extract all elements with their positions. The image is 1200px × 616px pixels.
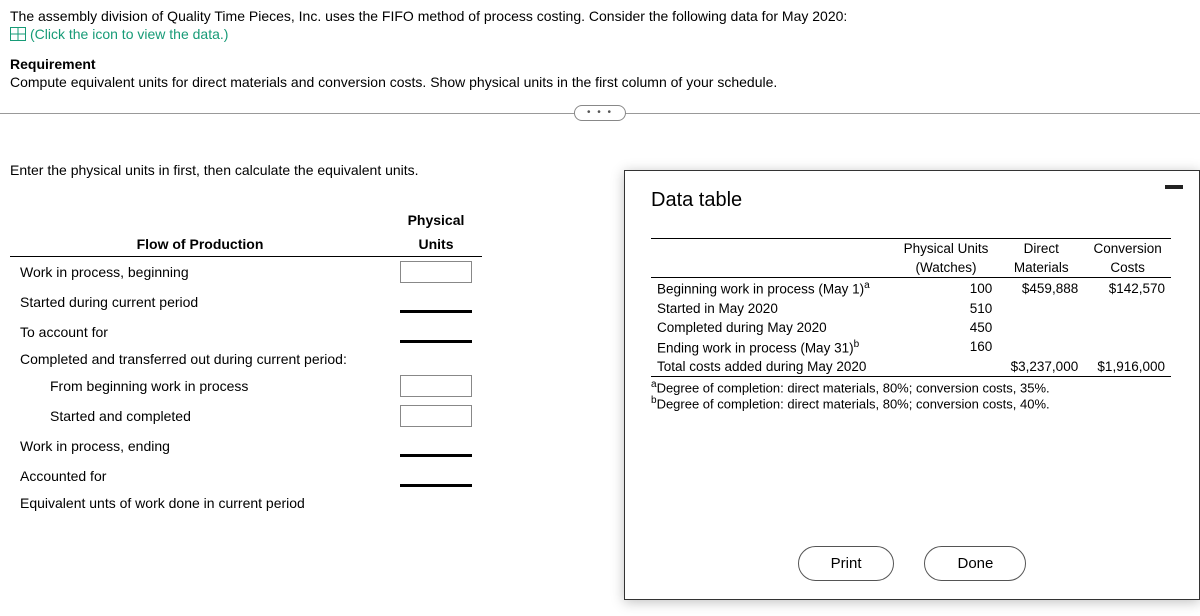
row-label: Equivalent unts of work done in current … [10,491,390,515]
accounted-for-input[interactable] [400,465,472,487]
row-label: Completed during May 2020 [651,318,894,337]
col-subheader: Costs [1084,258,1171,278]
from-beginning-wip-input[interactable] [400,375,472,397]
col-header: Conversion [1084,239,1171,259]
row-label: From beginning work in process [10,371,390,401]
col-header: Physical Units [894,239,999,259]
cell-value: 450 [894,318,999,337]
production-table: Physical Flow of Production Units Work i… [10,208,482,515]
row-label: Started and completed [10,401,390,431]
data-table: Physical Units Direct Conversion (Watche… [651,238,1171,377]
wip-ending-input[interactable] [400,435,472,457]
requirement-text: Compute equivalent units for direct mate… [10,74,1190,90]
data-table-icon[interactable] [10,27,26,41]
row-label: Started during current period [10,287,390,317]
cell-value: $3,237,000 [998,357,1084,377]
flow-header: Flow of Production [10,232,390,257]
cell-value: 510 [894,299,999,318]
data-table-modal: Data table Physical Units Direct Convers… [624,170,1200,600]
view-data-link[interactable]: (Click the icon to view the data.) [30,26,228,42]
cell-value: 100 [894,278,999,299]
row-label: Started in May 2020 [651,299,894,318]
footnote-a: aDegree of completion: direct materials,… [651,379,1179,395]
intro-text: The assembly division of Quality Time Pi… [10,8,1190,24]
requirement-label: Requirement [10,56,1190,72]
col-subheader: (Watches) [894,258,999,278]
row-label: Work in process, beginning [10,257,390,288]
to-account-for-input[interactable] [400,321,472,343]
started-input[interactable] [400,291,472,313]
row-label: Completed and transferred out during cur… [10,347,390,371]
row-label: Accounted for [10,461,390,491]
row-label: Work in process, ending [10,431,390,461]
col-header: Direct [998,239,1084,259]
modal-title: Data table [651,189,1179,212]
cell-value: 160 [894,337,999,358]
more-button[interactable]: • • • [574,105,626,121]
cell-value: $142,570 [1084,278,1171,299]
footnote-b: bDegree of completion: direct materials,… [651,395,1179,411]
row-label: Ending work in process (May 31)b [651,337,894,358]
cell-value: $1,916,000 [1084,357,1171,377]
wip-beginning-input[interactable] [400,261,472,283]
print-button[interactable]: Print [798,546,895,581]
row-label: Total costs added during May 2020 [651,357,894,377]
row-label: Beginning work in process (May 1)a [651,278,894,299]
minimize-icon[interactable] [1165,185,1183,189]
row-label: To account for [10,317,390,347]
done-button[interactable]: Done [924,546,1026,581]
started-completed-input[interactable] [400,405,472,427]
cell-value: $459,888 [998,278,1084,299]
phys-header-bottom: Units [390,232,482,257]
phys-header-top: Physical [390,208,482,232]
col-subheader: Materials [998,258,1084,278]
